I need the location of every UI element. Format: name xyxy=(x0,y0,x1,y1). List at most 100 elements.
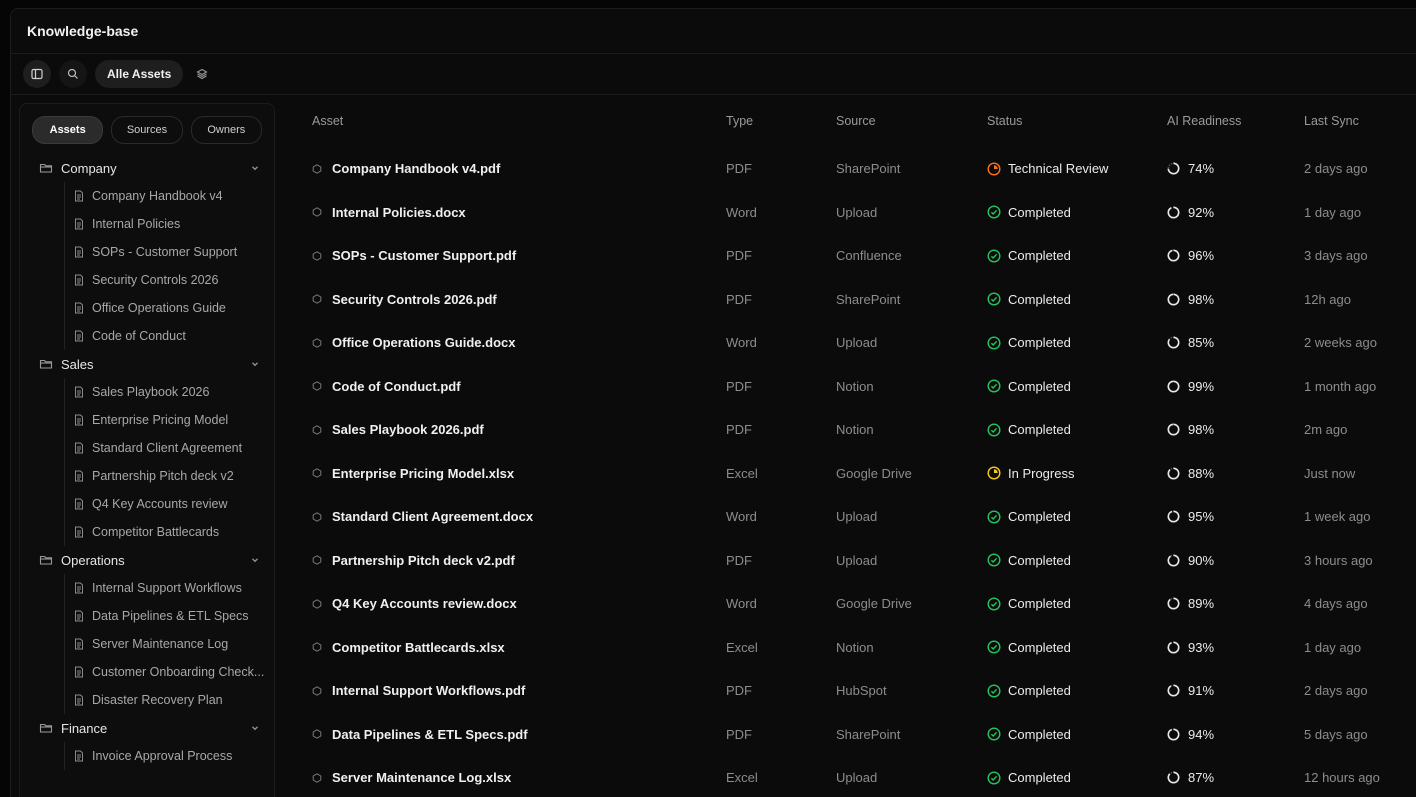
table-row[interactable]: Partnership Pitch deck v2.pdf PDF Upload Co… xyxy=(297,539,1416,583)
sidebar-item[interactable]: Sales Playbook 2026 xyxy=(65,378,274,406)
sidebar-item[interactable]: Invoice Approval Process xyxy=(65,742,274,770)
document-icon xyxy=(73,750,85,762)
sidebar-item[interactable]: Internal Support Workflows xyxy=(65,574,274,602)
hexagon-icon xyxy=(312,337,322,348)
column-header-asset[interactable]: Asset xyxy=(297,95,726,147)
sidebar-item[interactable]: Disaster Recovery Plan xyxy=(65,686,274,714)
folder-operations[interactable]: Operations xyxy=(20,546,274,574)
sidebar-item[interactable]: Internal Policies xyxy=(65,210,274,238)
search-button[interactable] xyxy=(59,60,87,88)
asset-name[interactable]: Partnership Pitch deck v2.pdf xyxy=(332,553,515,568)
asset-name[interactable]: Internal Policies.docx xyxy=(332,205,466,220)
tab-assets[interactable]: Assets xyxy=(32,116,104,144)
sidebar-item-label: Internal Policies xyxy=(92,217,181,231)
column-header-last-sync[interactable]: Last Sync xyxy=(1304,95,1416,147)
asset-name[interactable]: Standard Client Agreement.docx xyxy=(332,509,533,524)
asset-name[interactable]: Internal Support Workflows.pdf xyxy=(332,683,525,698)
asset-name[interactable]: SOPs - Customer Support.pdf xyxy=(332,248,516,263)
asset-name[interactable]: Office Operations Guide.docx xyxy=(332,335,515,350)
column-header-status[interactable]: Status xyxy=(987,95,1167,147)
folder-sales[interactable]: Sales xyxy=(20,350,274,378)
sidebar-item-label: Company Handbook v4 xyxy=(92,189,223,203)
ai-readiness-value: 94% xyxy=(1188,726,1215,742)
asset-name[interactable]: Server Maintenance Log.xlsx xyxy=(332,770,511,785)
sidebar-item-label: Security Controls 2026 xyxy=(92,273,219,287)
table-row[interactable]: Internal Support Workflows.pdf PDF HubSpot… xyxy=(297,669,1416,713)
sidebar-item[interactable]: Customer Onboarding Check... xyxy=(65,658,274,686)
table-row[interactable]: Code of Conduct.pdf PDF Notion Completed 99%… xyxy=(297,365,1416,409)
table-row[interactable]: Server Maintenance Log.xlsx Excel Upload Co… xyxy=(297,756,1416,797)
asset-name[interactable]: Company Handbook v4.pdf xyxy=(332,161,500,176)
hexagon-icon xyxy=(312,511,322,522)
chevron-down-icon[interactable] xyxy=(250,555,260,565)
sidebar-item[interactable]: Competitor Battlecards xyxy=(65,518,274,546)
sidebar-item[interactable]: Partnership Pitch deck v2 xyxy=(65,462,274,490)
ai-readiness-value: 89% xyxy=(1188,596,1215,612)
status-label: Completed xyxy=(1008,509,1071,525)
sidebar-item[interactable]: Company Handbook v4 xyxy=(65,182,274,210)
asset-name[interactable]: Security Controls 2026.pdf xyxy=(332,292,497,307)
sidebar-item[interactable]: Data Pipelines & ETL Specs xyxy=(65,602,274,630)
folder-finance[interactable]: Finance xyxy=(20,714,274,742)
sidebar-toggle-button[interactable] xyxy=(23,60,51,88)
asset-name[interactable]: Competitor Battlecards.xlsx xyxy=(332,640,505,655)
table-row[interactable]: Data Pipelines & ETL Specs.pdf PDF SharePo… xyxy=(297,713,1416,757)
asset-name[interactable]: Data Pipelines & ETL Specs.pdf xyxy=(332,727,528,742)
last-sync: 1 week ago xyxy=(1304,509,1371,525)
asset-table-area: Asset Type Source Status AI Readiness La… xyxy=(297,95,1416,797)
tab-sources[interactable]: Sources xyxy=(111,116,183,144)
table-row[interactable]: Security Controls 2026.pdf PDF SharePoint C… xyxy=(297,278,1416,322)
table-row[interactable]: Competitor Battlecards.xlsx Excel Notion Co… xyxy=(297,626,1416,670)
sidebar-item[interactable]: Q4 Key Accounts review xyxy=(65,490,274,518)
readiness-ring-icon xyxy=(1167,728,1180,741)
sidebar-item[interactable]: SOPs - Customer Support xyxy=(65,238,274,266)
ai-readiness-value: 93% xyxy=(1188,639,1215,655)
ai-readiness-value: 88% xyxy=(1188,465,1215,481)
layers-button[interactable] xyxy=(191,60,213,88)
table-row[interactable]: Q4 Key Accounts review.docx Word Google Dr… xyxy=(297,582,1416,626)
asset-source: Google Drive xyxy=(836,465,912,481)
status-label: Completed xyxy=(1008,291,1071,307)
table-row[interactable]: SOPs - Customer Support.pdf PDF Confluence… xyxy=(297,234,1416,278)
last-sync: 1 day ago xyxy=(1304,204,1362,220)
status-label: Completed xyxy=(1008,552,1071,568)
completed-check-icon xyxy=(987,771,1001,785)
ai-readiness-value: 99% xyxy=(1188,378,1215,394)
table-row[interactable]: Internal Policies.docx Word Upload Complete… xyxy=(297,191,1416,235)
tab-owners[interactable]: Owners xyxy=(190,116,262,144)
folder-company[interactable]: Company xyxy=(20,154,274,182)
column-header-type[interactable]: Type xyxy=(726,95,836,147)
asset-name[interactable]: Code of Conduct.pdf xyxy=(332,379,461,394)
completed-check-icon xyxy=(987,205,1001,219)
column-header-source[interactable]: Source xyxy=(836,95,987,147)
document-icon xyxy=(73,190,85,202)
sidebar-item[interactable]: Office Operations Guide xyxy=(65,294,274,322)
sidebar-item[interactable]: Code of Conduct xyxy=(65,322,274,350)
asset-source: Notion xyxy=(836,378,874,394)
asset-type: Excel xyxy=(726,639,758,655)
document-icon xyxy=(73,582,85,594)
sidebar-item[interactable]: Security Controls 2026 xyxy=(65,266,274,294)
sidebar-item[interactable]: Enterprise Pricing Model xyxy=(65,406,274,434)
column-header-ai-readiness[interactable]: AI Readiness xyxy=(1167,95,1304,147)
asset-name[interactable]: Q4 Key Accounts review.docx xyxy=(332,596,517,611)
all-assets-button[interactable]: Alle Assets xyxy=(95,60,184,88)
readiness-ring-icon xyxy=(1167,423,1180,436)
sidebar-item[interactable]: Server Maintenance Log xyxy=(65,630,274,658)
table-row[interactable]: Company Handbook v4.pdf PDF SharePoint Tech… xyxy=(297,147,1416,191)
table-row[interactable]: Standard Client Agreement.docx Word Upload… xyxy=(297,495,1416,539)
table-row[interactable]: Office Operations Guide.docx Word Upload Co… xyxy=(297,321,1416,365)
ai-readiness-value: 85% xyxy=(1188,335,1215,351)
sidebar-toggle-icon xyxy=(31,68,43,80)
readiness-ring-icon xyxy=(1167,336,1180,349)
table-row[interactable]: Enterprise Pricing Model.xlsx Excel Google… xyxy=(297,452,1416,496)
chevron-down-icon[interactable] xyxy=(250,359,260,369)
chevron-down-icon[interactable] xyxy=(250,723,260,733)
asset-name[interactable]: Sales Playbook 2026.pdf xyxy=(332,422,484,437)
completed-check-icon xyxy=(987,292,1001,306)
chevron-down-icon[interactable] xyxy=(250,163,260,173)
table-row[interactable]: Sales Playbook 2026.pdf PDF Notion Complete… xyxy=(297,408,1416,452)
sidebar-item[interactable]: Standard Client Agreement xyxy=(65,434,274,462)
sidebar-item-label: Competitor Battlecards xyxy=(92,525,220,539)
asset-name[interactable]: Enterprise Pricing Model.xlsx xyxy=(332,466,514,481)
